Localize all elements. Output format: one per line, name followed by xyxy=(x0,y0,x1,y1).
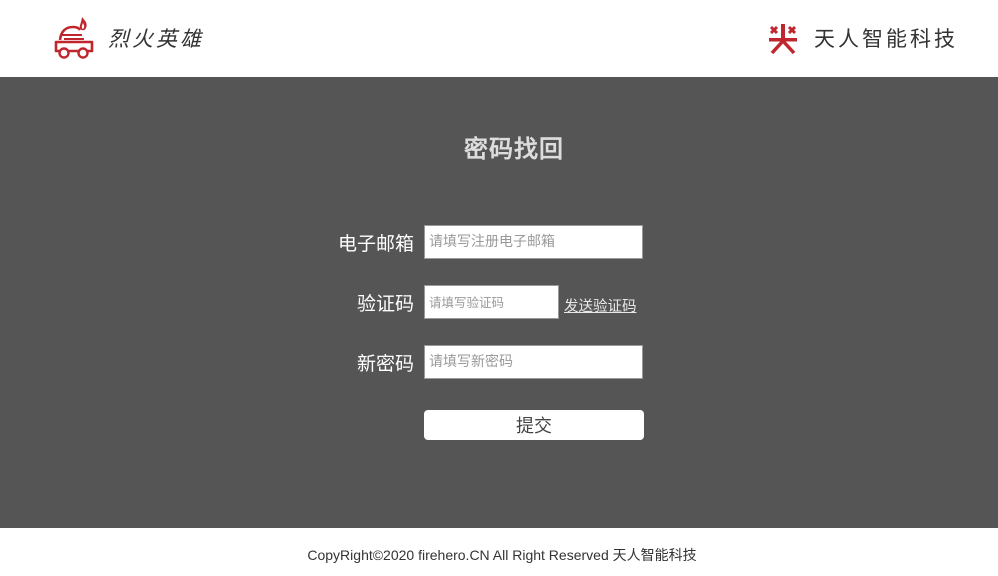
email-row: 电子邮箱 xyxy=(0,225,998,259)
new-password-row: 新密码 xyxy=(0,345,998,379)
code-row: 验证码 发送验证码 xyxy=(0,285,998,319)
send-code-link[interactable]: 发送验证码 xyxy=(564,295,637,316)
new-password-label: 新密码 xyxy=(356,353,414,375)
right-brand[interactable]: 天人智能科技 xyxy=(766,18,958,58)
password-recovery-panel: 密码找回 电子邮箱 验证码 发送验证码 新密码 提交 xyxy=(0,77,998,528)
email-label: 电子邮箱 xyxy=(337,233,414,255)
left-brand-name: 烈火英雄 xyxy=(108,27,204,51)
email-field[interactable] xyxy=(424,225,643,259)
page-title: 密码找回 xyxy=(464,135,564,163)
submit-button[interactable]: 提交 xyxy=(424,410,644,440)
page: 烈火英雄 天人智能科技 密码找回 电子邮箱 验证码 发送验证码 新 xyxy=(0,0,998,576)
copyright-text: CopyRight©2020 firehero.CN All Right Res… xyxy=(307,547,697,563)
header: 烈火英雄 天人智能科技 xyxy=(0,0,998,77)
footer: CopyRight©2020 firehero.CN All Right Res… xyxy=(0,528,998,576)
new-password-field[interactable] xyxy=(424,345,643,379)
left-brand[interactable]: 烈火英雄 xyxy=(52,14,204,62)
right-brand-name: 天人智能科技 xyxy=(814,27,958,51)
tianren-mark-icon xyxy=(768,23,798,55)
code-label: 验证码 xyxy=(356,293,414,315)
verification-code-field[interactable] xyxy=(424,285,559,319)
fire-car-logo-icon xyxy=(54,17,94,59)
